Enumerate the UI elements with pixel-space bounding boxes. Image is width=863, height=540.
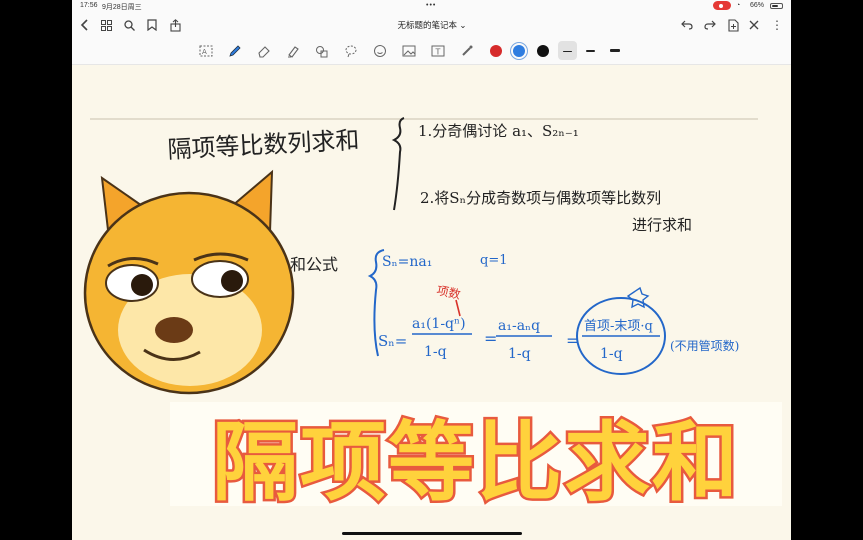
- back-icon[interactable]: [77, 16, 91, 34]
- app-header: 17:56 9月28日周三 ••• ◔ 66% 无标题的笔记本 ⌄ ⋮: [72, 0, 791, 39]
- stroke-medium-option[interactable]: [586, 50, 595, 52]
- notebook-page[interactable]: 隔项等比数列求和 1.分奇偶讨论 a₁、S₂ₙ₋₁ 2.将Sₙ分成奇数项与偶数项…: [72, 0, 791, 540]
- title-banner: 隔项等比求和: [170, 402, 782, 516]
- notebook-title: 无标题的笔记本: [397, 20, 457, 30]
- wifi-icon: ◔: [736, 2, 741, 9]
- status-bar: 17:56 9月28日周三 ••• ◔ 66%: [72, 0, 791, 12]
- status-time: 17:56: [80, 2, 98, 9]
- search-icon[interactable]: [122, 16, 136, 34]
- drawing-toolbar: A T: [72, 38, 791, 65]
- text-icon[interactable]: T: [429, 42, 447, 60]
- battery-icon: [770, 3, 783, 9]
- screen-record-icon[interactable]: [713, 1, 731, 10]
- more-options-icon[interactable]: ⋮: [770, 16, 784, 34]
- shapes-icon[interactable]: [313, 42, 331, 60]
- close-icon[interactable]: [747, 16, 761, 34]
- svg-text:T: T: [435, 48, 441, 57]
- multitask-dots-icon[interactable]: •••: [426, 2, 436, 9]
- laser-pointer-icon[interactable]: [458, 42, 476, 60]
- add-page-icon[interactable]: [726, 16, 740, 34]
- redo-icon[interactable]: [703, 16, 717, 34]
- banner-text: 隔项等比求和: [212, 413, 740, 513]
- home-indicator[interactable]: [342, 532, 522, 535]
- notebook-title-dropdown[interactable]: 无标题的笔记本 ⌄: [362, 19, 502, 31]
- svg-text:A: A: [202, 48, 207, 56]
- color-blue-swatch[interactable]: [513, 45, 525, 57]
- status-battery: 66%: [750, 2, 765, 9]
- stroke-thick-option[interactable]: [610, 49, 620, 52]
- bookmark-icon[interactable]: [145, 16, 159, 34]
- status-date: 9月28日周三: [102, 4, 142, 11]
- lasso-ocr-icon[interactable]: A: [197, 42, 215, 60]
- color-black-swatch[interactable]: [537, 45, 549, 57]
- chevron-down-icon: ⌄: [459, 20, 467, 30]
- highlighter-icon[interactable]: [284, 42, 302, 60]
- sticker-icon[interactable]: [371, 42, 389, 60]
- eraser-icon[interactable]: [255, 42, 273, 60]
- share-icon[interactable]: [168, 16, 182, 34]
- image-icon[interactable]: [400, 42, 418, 60]
- color-red-swatch[interactable]: [490, 45, 502, 57]
- undo-icon[interactable]: [680, 16, 694, 34]
- lasso-icon[interactable]: [342, 42, 360, 60]
- grid-view-icon[interactable]: [99, 16, 113, 34]
- pen-icon[interactable]: [226, 42, 244, 60]
- stroke-thin-line: [563, 51, 572, 52]
